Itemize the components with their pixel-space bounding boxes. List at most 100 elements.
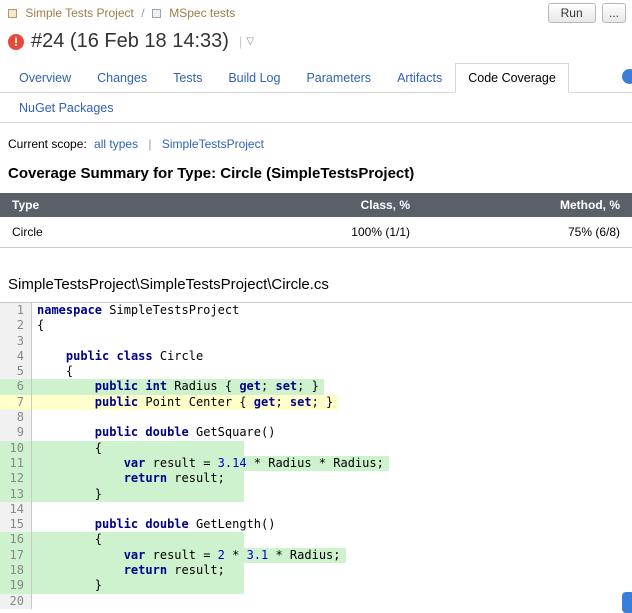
- breadcrumb-buildtype-link[interactable]: MSpec tests: [169, 6, 235, 20]
- source-file-path: SimpleTestsProject\SimpleTestsProject\Ci…: [8, 276, 624, 293]
- code-line: 18 return result;: [0, 563, 632, 578]
- line-number: 2: [0, 318, 32, 333]
- line-number: 18: [0, 563, 32, 578]
- line-number: 14: [0, 502, 32, 517]
- code-line: 1namespace SimpleTestsProject: [0, 303, 632, 318]
- line-number: 16: [0, 532, 32, 547]
- tab-row-1: OverviewChangesTestsBuild LogParametersA…: [0, 63, 632, 93]
- code-line: 5 {: [0, 364, 632, 379]
- code-text: public class Circle: [32, 349, 208, 364]
- code-text: namespace SimpleTestsProject: [32, 303, 244, 318]
- code-text: var result = 3.14 * Radius * Radius;: [32, 456, 389, 471]
- tab-changes[interactable]: Changes: [84, 63, 160, 93]
- code-text: }: [32, 487, 244, 502]
- code-text: public double GetLength(): [32, 517, 280, 532]
- code-line: 19 }: [0, 578, 632, 593]
- code-text: }: [32, 578, 244, 593]
- tab-nuget-packages[interactable]: NuGet Packages: [6, 93, 127, 123]
- build-history-dropdown-icon[interactable]: ▽: [246, 36, 254, 47]
- current-scope: Current scope: all types | SimpleTestsPr…: [8, 137, 624, 151]
- code-text: {: [32, 318, 49, 333]
- line-number: 5: [0, 364, 32, 379]
- more-actions-button[interactable]: ...: [602, 3, 626, 23]
- line-number: 13: [0, 487, 32, 502]
- coverage-summary-table: Type Class, % Method, % Circle100% (1/1)…: [0, 193, 632, 248]
- code-text: return result;: [32, 563, 244, 578]
- code-line: 4 public class Circle: [0, 349, 632, 364]
- cell-type: Circle: [0, 217, 232, 248]
- tab-tests[interactable]: Tests: [160, 63, 215, 93]
- code-text: [32, 334, 42, 349]
- breadcrumb-project-link[interactable]: Simple Tests Project: [25, 6, 134, 20]
- code-line: 8: [0, 410, 632, 425]
- line-number: 15: [0, 517, 32, 532]
- line-number: 20: [0, 594, 32, 609]
- tab-parameters[interactable]: Parameters: [293, 63, 384, 93]
- code-line: 12 return result;: [0, 471, 632, 486]
- line-number: 1: [0, 303, 32, 318]
- cell-method-pct: 75% (6/8): [422, 217, 632, 248]
- tab-row-2: NuGet Packages: [0, 93, 632, 123]
- column-header-method-pct: Method, %: [422, 193, 632, 217]
- code-text: {: [32, 532, 244, 547]
- code-text: {: [32, 441, 244, 456]
- column-header-class-pct: Class, %: [232, 193, 422, 217]
- code-text: var result = 2 * 3.1 * Radius;: [32, 548, 346, 563]
- coverage-row: Circle100% (1/1)75% (6/8): [0, 217, 632, 248]
- code-text: return result;: [32, 471, 244, 486]
- code-line: 6 public int Radius { get; set; }: [0, 379, 632, 394]
- scope-label: Current scope:: [8, 137, 87, 151]
- tab-artifacts[interactable]: Artifacts: [384, 63, 455, 93]
- code-line: 17 var result = 2 * 3.1 * Radius;: [0, 548, 632, 563]
- line-number: 11: [0, 456, 32, 471]
- build-title: #24 (16 Feb 18 14:33): [31, 30, 229, 53]
- line-number: 12: [0, 471, 32, 486]
- scope-separator: |: [148, 137, 151, 151]
- scope-all-types-link[interactable]: all types: [94, 137, 138, 151]
- code-line: 10 {: [0, 441, 632, 456]
- line-number: 8: [0, 410, 32, 425]
- code-line: 7 public Point Center { get; set; }: [0, 395, 632, 410]
- line-number: 7: [0, 395, 32, 410]
- line-number: 9: [0, 425, 32, 440]
- code-line: 14: [0, 502, 632, 517]
- run-button[interactable]: Run: [548, 3, 596, 23]
- code-line: 3: [0, 334, 632, 349]
- line-number: 3: [0, 334, 32, 349]
- tab-overview[interactable]: Overview: [6, 63, 84, 93]
- line-number: 10: [0, 441, 32, 456]
- coverage-table-body: Circle100% (1/1)75% (6/8): [0, 217, 632, 248]
- code-text: public double GetSquare(): [32, 425, 280, 440]
- tab-overflow-icon[interactable]: [622, 69, 632, 84]
- code-text: [32, 410, 42, 425]
- code-line: 16 {: [0, 532, 632, 547]
- cell-class-pct: 100% (1/1): [232, 217, 422, 248]
- line-number: 6: [0, 379, 32, 394]
- code-line: 9 public double GetSquare(): [0, 425, 632, 440]
- coverage-summary-heading: Coverage Summary for Type: Circle (Simpl…: [8, 165, 624, 182]
- breadcrumb-separator: /: [141, 6, 144, 20]
- breadcrumb: Simple Tests Project / MSpec tests Run .…: [0, 0, 632, 22]
- code-text: [32, 502, 42, 517]
- column-header-type: Type: [0, 193, 232, 217]
- tab-code-coverage[interactable]: Code Coverage: [455, 63, 569, 93]
- code-line: 15 public double GetLength(): [0, 517, 632, 532]
- title-separator: |: [239, 34, 242, 49]
- code-text: {: [32, 364, 78, 379]
- code-text: public int Radius { get; set; }: [32, 379, 324, 394]
- code-line: 13 }: [0, 487, 632, 502]
- line-number: 4: [0, 349, 32, 364]
- build-actions: Run ...: [548, 3, 626, 23]
- build-status-failed-icon: !: [8, 34, 24, 50]
- tab-build-log[interactable]: Build Log: [215, 63, 293, 93]
- code-text: [32, 594, 42, 609]
- tab-strip: OverviewChangesTestsBuild LogParametersA…: [0, 63, 632, 123]
- code-line: 2{: [0, 318, 632, 333]
- scope-project-link[interactable]: SimpleTestsProject: [162, 137, 264, 151]
- coverage-table-header-row: Type Class, % Method, %: [0, 193, 632, 217]
- code-listing: 1namespace SimpleTestsProject2{34 public…: [0, 302, 632, 609]
- project-icon: [8, 9, 17, 18]
- build-title-row: ! #24 (16 Feb 18 14:33) | ▽: [0, 22, 632, 53]
- code-line: 20: [0, 594, 632, 609]
- line-number: 17: [0, 548, 32, 563]
